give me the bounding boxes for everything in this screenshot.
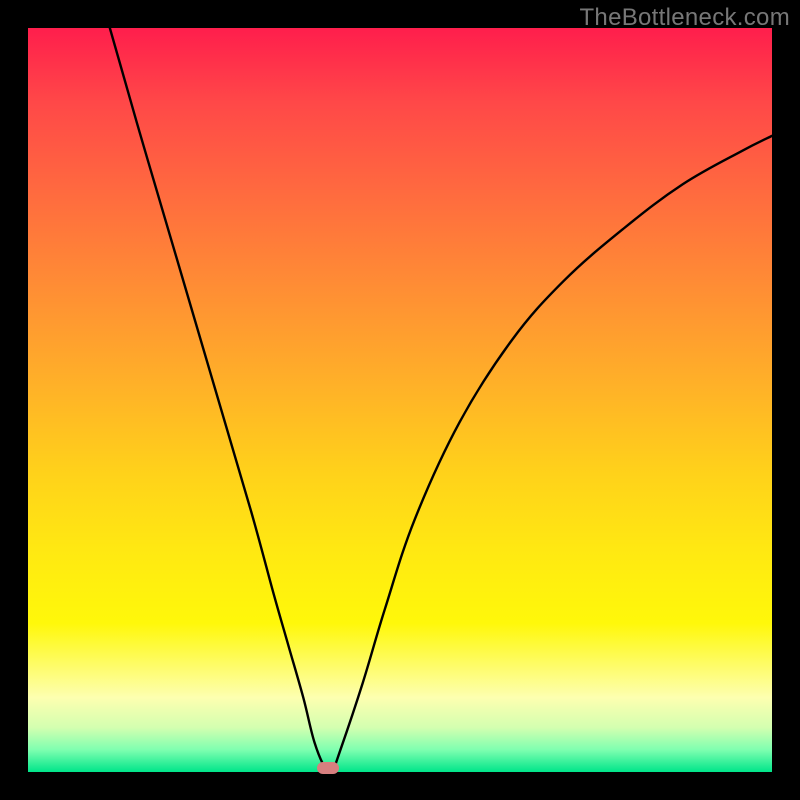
optimum-marker <box>317 762 339 774</box>
chart-frame: TheBottleneck.com <box>0 0 800 800</box>
plot-area <box>28 28 772 772</box>
curve-svg <box>28 28 772 772</box>
bottleneck-curve <box>110 28 772 771</box>
